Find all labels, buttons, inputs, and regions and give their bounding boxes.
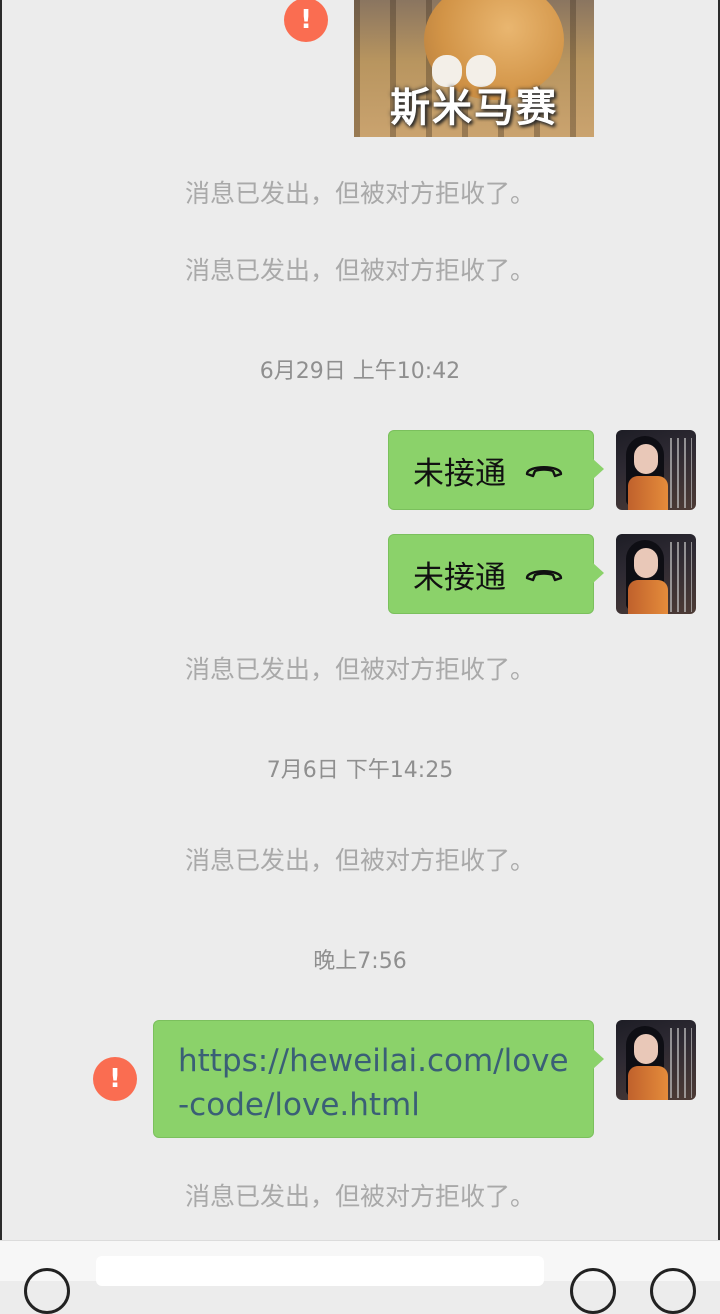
phone-hangup-icon (525, 570, 563, 582)
system-notice: 消息已发出，但被对方拒收了。 (184, 655, 535, 684)
system-notice: 消息已发出，但被对方拒收了。 (184, 846, 535, 875)
system-notice: 消息已发出，但被对方拒收了。 (184, 256, 535, 285)
missed-call-bubble[interactable]: 未接通 (388, 430, 604, 510)
timestamp: 晚上7:56 (313, 949, 407, 974)
sticker-caption: 斯米马赛 (390, 85, 558, 131)
link-text[interactable]: https://heweilai.com/love-code/love.html (178, 1043, 569, 1123)
voice-toggle-button[interactable] (24, 1268, 70, 1314)
emoji-button[interactable] (570, 1268, 616, 1314)
avatar[interactable] (616, 430, 696, 510)
system-notice: 消息已发出，但被对方拒收了。 (184, 1182, 535, 1211)
more-button[interactable] (650, 1268, 696, 1314)
system-notice: 消息已发出，但被对方拒收了。 (184, 179, 535, 208)
missed-call-bubble[interactable]: 未接通 (388, 534, 604, 614)
call-status-text: 未接通 (413, 455, 506, 492)
avatar[interactable] (616, 1020, 696, 1100)
sticker-image[interactable]: 斯米马赛 (354, 0, 594, 137)
phone-hangup-icon (525, 466, 563, 478)
error-alert-icon[interactable]: ! (93, 1057, 137, 1101)
call-status-text: 未接通 (413, 559, 506, 596)
avatar[interactable] (616, 534, 696, 614)
timestamp: 6月29日 上午10:42 (259, 359, 461, 384)
link-message-bubble[interactable]: https://heweilai.com/love-code/love.html (153, 1020, 604, 1138)
timestamp: 7月6日 下午14:25 (266, 758, 454, 783)
error-alert-icon[interactable]: ! (284, 0, 328, 42)
message-input[interactable] (96, 1256, 544, 1286)
